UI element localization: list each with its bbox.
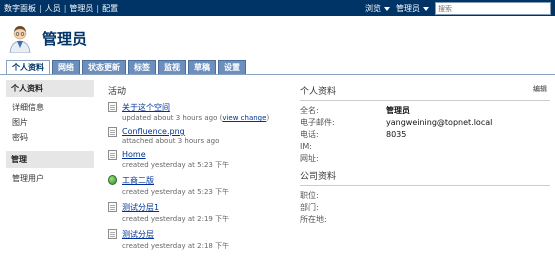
- browse-menu[interactable]: 浏览: [365, 3, 390, 14]
- user-menu[interactable]: 管理员: [396, 3, 429, 14]
- field-value: 8035: [386, 130, 407, 139]
- sidebar-item-picture[interactable]: 图片: [6, 115, 94, 130]
- breadcrumb-item-config[interactable]: 配置: [102, 4, 118, 13]
- breadcrumb-item-people[interactable]: 人员: [45, 4, 61, 13]
- activity-item-link[interactable]: 测试分层: [122, 229, 229, 240]
- company-field-row: 职位:: [300, 190, 550, 202]
- section-divider: [300, 100, 550, 101]
- globe-icon: [108, 175, 117, 185]
- breadcrumb-separator: |: [63, 4, 67, 13]
- view-change-link[interactable]: view change: [222, 114, 266, 122]
- tab-network[interactable]: 网络: [52, 60, 80, 74]
- chevron-down-icon: [423, 6, 429, 11]
- tab-drafts[interactable]: 草稿: [188, 60, 216, 74]
- tab-watches[interactable]: 监视: [158, 60, 186, 74]
- profile-field-row: 全名: 管理员: [300, 105, 550, 117]
- browse-menu-label: 浏览: [365, 4, 381, 13]
- activity-item-link[interactable]: 测试分层1: [122, 202, 229, 213]
- profile-field-row: 电话: 8035: [300, 129, 550, 141]
- top-right-controls: 浏览 管理员: [365, 2, 551, 15]
- tab-settings[interactable]: 设置: [218, 60, 246, 74]
- tab-profile[interactable]: 个人资料: [6, 60, 50, 75]
- sidebar-item-details[interactable]: 详细信息: [6, 100, 94, 115]
- field-value: yangweining@topnet.local: [386, 118, 493, 127]
- search-input[interactable]: [435, 2, 551, 15]
- sidebar-item-password[interactable]: 密码: [6, 130, 94, 145]
- activity-item-meta: created yesterday at 2:18 下午: [122, 242, 230, 250]
- document-icon: [108, 150, 117, 160]
- tab-labels[interactable]: 标签: [128, 60, 156, 74]
- activity-title: 活动: [108, 87, 127, 97]
- profile-tabs: 个人资料 网络 状态更新 标签 监视 草稿 设置: [6, 60, 246, 75]
- breadcrumb: 数字面板 | 人员 | 管理员 | 配置: [4, 3, 118, 14]
- activity-item: 工商二版 created yesterday at 5:23 下午: [108, 175, 288, 197]
- activity-item-meta: created yesterday at 2:19 下午: [122, 215, 230, 223]
- activity-item-meta: created yesterday at 5:23 下午: [122, 188, 230, 196]
- breadcrumb-item-admin[interactable]: 管理员: [69, 4, 93, 13]
- top-navigation-bar: 数字面板 | 人员 | 管理员 | 配置 浏览 管理员: [0, 0, 555, 16]
- document-icon: [108, 202, 117, 212]
- document-icon: [108, 102, 117, 112]
- company-field-row: 所在地:: [300, 214, 550, 226]
- sidebar-header-admin: 管理: [6, 151, 94, 168]
- field-label: 职位:: [300, 191, 319, 200]
- field-label: 电话:: [300, 130, 319, 139]
- section-divider: [300, 185, 550, 186]
- activity-item-link[interactable]: Confluence.png: [122, 127, 219, 136]
- field-label: 部门:: [300, 203, 319, 212]
- sidebar: 个人资料 详细信息 图片 密码 管理 管理用户: [6, 80, 94, 186]
- activity-item: 测试分层 created yesterday at 2:18 下午: [108, 229, 288, 251]
- avatar: [8, 23, 32, 54]
- sidebar-item-manage-users[interactable]: 管理用户: [6, 171, 94, 186]
- activity-panel: 活动 关于这个空间 updated about 3 hours ago (vie…: [108, 84, 288, 256]
- activity-item-meta: updated about 3 hours ago (view change): [122, 114, 270, 122]
- activity-item-meta-text: updated about 3 hours ago: [122, 114, 218, 122]
- activity-item-meta: created yesterday at 5:23 下午: [122, 161, 230, 169]
- activity-item-link[interactable]: 关于这个空间: [122, 102, 269, 113]
- activity-item-link[interactable]: 工商二版: [122, 175, 229, 186]
- field-label: 网址:: [300, 154, 319, 163]
- breadcrumb-separator: |: [39, 4, 42, 13]
- activity-item: Home created yesterday at 5:23 下午: [108, 150, 288, 170]
- user-menu-label: 管理员: [396, 4, 420, 13]
- field-label: IM:: [300, 142, 312, 151]
- tab-status-updates[interactable]: 状态更新: [82, 60, 126, 74]
- page-header: 管理员: [8, 22, 87, 54]
- profile-section-title: 个人资料: [300, 87, 337, 97]
- profile-field-row: 电子邮件: yangweining@topnet.local: [300, 117, 550, 129]
- company-section-title: 公司资料: [300, 172, 337, 182]
- activity-item: Confluence.png attached about 3 hours ag…: [108, 127, 288, 145]
- company-field-row: 部门:: [300, 202, 550, 214]
- field-label: 全名:: [300, 106, 319, 115]
- document-icon: [108, 229, 117, 239]
- edit-link[interactable]: 编辑: [533, 84, 547, 94]
- profile-panel: 个人资料 编辑 全名: 管理员 电子邮件: yangweining@topnet.l…: [300, 84, 550, 226]
- activity-item-link[interactable]: Home: [122, 150, 229, 159]
- activity-item-meta: attached about 3 hours ago: [122, 137, 220, 145]
- activity-item: 关于这个空间 updated about 3 hours ago (view c…: [108, 102, 288, 122]
- field-value: 管理员: [386, 106, 410, 115]
- profile-field-row: IM:: [300, 141, 550, 153]
- breadcrumb-separator: |: [96, 4, 100, 13]
- user-avatar-icon: [9, 26, 31, 54]
- document-icon: [108, 127, 117, 137]
- breadcrumb-item-dashboard[interactable]: 数字面板: [4, 4, 36, 13]
- company-section: 公司资料 职位: 部门: 所在地:: [300, 169, 550, 226]
- chevron-down-icon: [384, 6, 390, 11]
- page-title: 管理员: [42, 29, 88, 48]
- sidebar-header-profile: 个人资料: [6, 80, 94, 97]
- field-label: 电子邮件:: [300, 118, 335, 127]
- tab-divider: [0, 74, 555, 75]
- field-label: 所在地:: [300, 215, 327, 224]
- profile-field-row: 网址:: [300, 153, 550, 165]
- activity-item: 测试分层1 created yesterday at 2:19 下午: [108, 202, 288, 224]
